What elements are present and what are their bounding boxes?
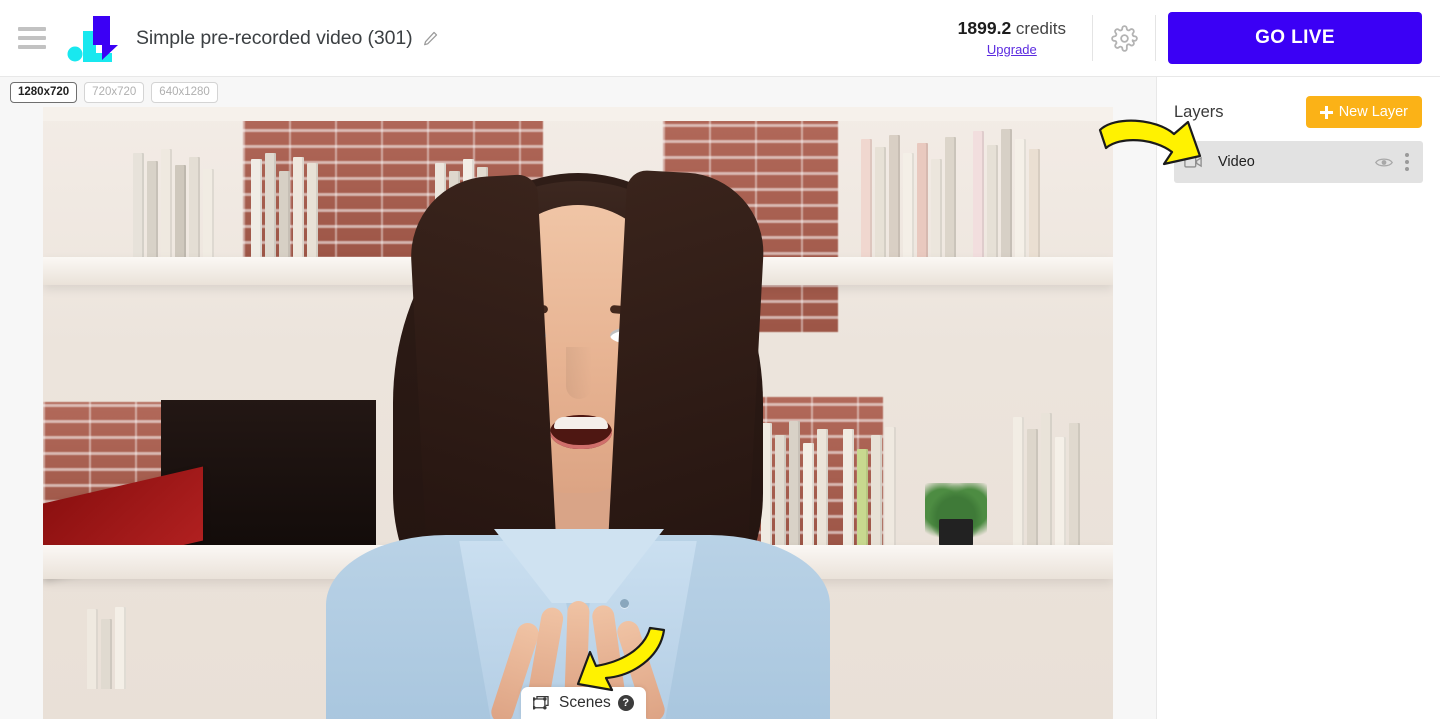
resolution-tab-1280x720[interactable]: 1280x720 <box>10 82 78 104</box>
app-root: Simple pre-recorded video (301) 1899.2 c… <box>0 0 1440 719</box>
eye-icon[interactable] <box>1375 156 1393 169</box>
pencil-edit-icon[interactable] <box>422 30 439 47</box>
hamburger-bar <box>18 36 46 40</box>
hamburger-bar <box>18 27 46 31</box>
header-right-group: 1899.2 credits Upgrade GO LIVE <box>948 0 1440 76</box>
scenes-frames-icon <box>533 696 549 710</box>
header-divider <box>1155 15 1156 61</box>
page-title: Simple pre-recorded video (301) <box>136 26 413 49</box>
layers-header: Layers New Layer <box>1157 77 1440 128</box>
new-layer-button[interactable]: New Layer <box>1305 96 1422 128</box>
gear-icon <box>1110 24 1138 52</box>
kebab-dot <box>1405 167 1409 171</box>
hamburger-menu-icon[interactable] <box>18 27 46 49</box>
project-title-group: Simple pre-recorded video (301) <box>136 27 439 50</box>
scenes-label: Scenes <box>559 694 611 711</box>
layer-actions <box>1375 151 1411 173</box>
video-subject <box>298 147 858 719</box>
upgrade-link[interactable]: Upgrade <box>987 42 1037 58</box>
video-preview-stage[interactable] <box>43 107 1113 719</box>
video-camera-icon <box>1184 156 1202 168</box>
kebab-dot <box>1405 153 1409 157</box>
layer-list-item-video[interactable]: Video <box>1174 141 1423 183</box>
new-layer-label: New Layer <box>1338 104 1408 120</box>
credits-label: credits <box>1015 18 1066 38</box>
go-live-button[interactable]: GO LIVE <box>1168 12 1422 64</box>
kebab-menu-icon[interactable] <box>1403 151 1411 173</box>
credits-text: 1899.2 credits <box>958 18 1066 40</box>
help-icon[interactable]: ? <box>617 695 634 711</box>
layers-sidebar: Layers New Layer Video <box>1156 77 1440 719</box>
resolution-tab-group: 1280x720 720x720 640x1280 <box>10 82 218 104</box>
resolution-tab-720x720[interactable]: 720x720 <box>84 82 145 104</box>
video-frame-image <box>43 107 1113 719</box>
layer-name: Video <box>1218 154 1255 170</box>
resolution-tab-640x1280[interactable]: 640x1280 <box>151 82 218 104</box>
scenes-button[interactable]: Scenes ? <box>521 687 646 719</box>
top-header: Simple pre-recorded video (301) 1899.2 c… <box>0 0 1440 77</box>
canvas-area: Scenes ? <box>0 107 1156 719</box>
credits-amount: 1899.2 <box>957 17 1012 38</box>
layers-title: Layers <box>1174 102 1224 121</box>
kebab-dot <box>1405 160 1409 164</box>
settings-button[interactable] <box>1093 0 1155 77</box>
editor-workspace: 1280x720 720x720 640x1280 Scenes ? <box>0 77 1156 719</box>
live-studio-logo[interactable] <box>66 12 118 64</box>
hamburger-bar <box>18 45 46 49</box>
credits-block: 1899.2 credits Upgrade <box>948 18 1092 58</box>
plus-icon <box>1319 105 1333 119</box>
